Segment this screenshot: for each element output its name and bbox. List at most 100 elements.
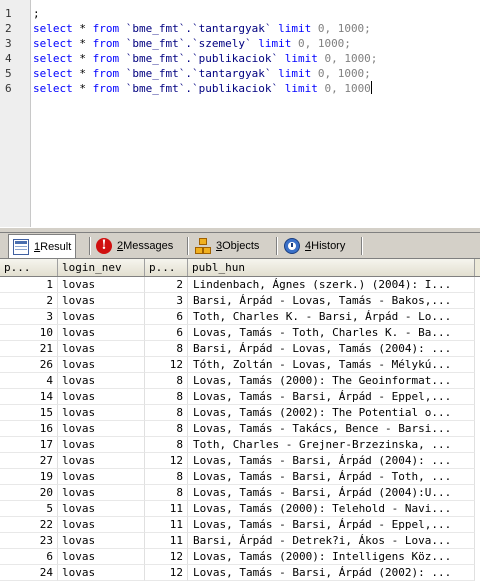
tab-result[interactable]: 1 Result [8,234,77,258]
column-header[interactable]: publ_hun [188,259,475,276]
column-header[interactable]: login_nev [58,259,145,276]
table-cell[interactable]: Tóth, Zoltán - Lovas, Tamás - Mélykú... [188,357,475,373]
table-cell[interactable]: 23 [0,533,58,549]
table-row[interactable]: 15 lovas 8 Lovas, Tamás (2002): The Potenti… [0,405,480,421]
table-row[interactable]: 10 lovas 6 Lovas, Tamás - Toth, Charles K. … [0,325,480,341]
table-cell[interactable]: 8 [145,485,188,501]
column-header[interactable]: p... [145,259,188,276]
table-row[interactable]: 26 lovas 12 Tóth, Zoltán - Lovas, Tamás - M… [0,357,480,373]
table-cell[interactable]: Lovas, Tamás (2002): The Potential o... [188,405,475,421]
table-cell[interactable]: 26 [0,357,58,373]
table-row[interactable]: 17 lovas 8 Toth, Charles - Grejner-Brzezins… [0,437,480,453]
tab-objects[interactable]: 3 Objects [191,235,263,257]
table-cell[interactable]: 1 [0,277,58,293]
table-cell[interactable]: 5 [0,501,58,517]
table-cell[interactable]: 6 [145,309,188,325]
table-cell[interactable]: lovas [58,389,145,405]
table-cell[interactable]: Lovas, Tamás (2000): The Geoinformat... [188,373,475,389]
table-row[interactable]: 14 lovas 8 Lovas, Tamás - Barsi, Árpád - Ep… [0,389,480,405]
table-cell[interactable]: 8 [145,421,188,437]
table-cell[interactable]: 19 [0,469,58,485]
table-cell[interactable]: lovas [58,517,145,533]
table-cell[interactable]: 3 [145,293,188,309]
table-cell[interactable]: 8 [145,405,188,421]
table-cell[interactable]: 16 [0,421,58,437]
table-cell[interactable]: 12 [145,453,188,469]
table-cell[interactable]: 27 [0,453,58,469]
table-cell[interactable]: lovas [58,549,145,565]
table-cell[interactable]: 11 [145,533,188,549]
table-cell[interactable]: 8 [145,389,188,405]
table-cell[interactable]: lovas [58,293,145,309]
table-cell[interactable]: lovas [58,277,145,293]
table-cell[interactable]: Lovas, Tamás - Barsi, Árpád (2004):U... [188,485,475,501]
table-cell[interactable]: Barsi, Árpád - Detrek?i, Ákos - Lova... [188,533,475,549]
table-cell[interactable]: lovas [58,373,145,389]
table-row[interactable]: 4 lovas 8 Lovas, Tamás (2000): The Geoinfor… [0,373,480,389]
table-cell[interactable]: 8 [145,469,188,485]
table-cell[interactable]: Toth, Charles - Grejner-Brzezinska, ... [188,437,475,453]
table-cell[interactable]: lovas [58,309,145,325]
table-cell[interactable]: lovas [58,485,145,501]
table-cell[interactable]: Lovas, Tamás - Barsi, Árpád (2004): ... [188,453,475,469]
table-cell[interactable]: 12 [145,549,188,565]
table-cell[interactable]: Toth, Charles K. - Barsi, Árpád - Lo... [188,309,475,325]
table-cell[interactable]: Lovas, Tamás - Toth, Charles K. - Ba... [188,325,475,341]
table-cell[interactable]: 3 [0,309,58,325]
table-cell[interactable]: Barsi, Árpád - Lovas, Tamás (2004): ... [188,341,475,357]
result-grid[interactable]: p... login_nev p... publ_hun 1 lovas 2 Lind… [0,259,480,585]
table-row[interactable]: 5 lovas 11 Lovas, Tamás (2000): Telehold - … [0,501,480,517]
table-row[interactable]: 20 lovas 8 Lovas, Tamás - Barsi, Árpád (200… [0,485,480,501]
table-row[interactable]: 19 lovas 8 Lovas, Tamás - Barsi, Árpád - To… [0,469,480,485]
table-cell[interactable]: 15 [0,405,58,421]
table-cell[interactable]: Lovas, Tamás (2000): Intelligens Köz... [188,549,475,565]
table-cell[interactable]: 24 [0,565,58,581]
table-row[interactable]: 6 lovas 12 Lovas, Tamás (2000): Intelligens… [0,549,480,565]
table-cell[interactable]: Lovas, Tamás - Barsi, Árpád - Eppel,... [188,389,475,405]
table-cell[interactable]: 11 [145,517,188,533]
table-cell[interactable]: lovas [58,453,145,469]
table-cell[interactable]: lovas [58,469,145,485]
table-cell[interactable]: 6 [0,549,58,565]
table-row[interactable]: 27 lovas 12 Lovas, Tamás - Barsi, Árpád (20… [0,453,480,469]
table-cell[interactable]: 4 [0,373,58,389]
table-row[interactable]: 24 lovas 12 Lovas, Tamás - Barsi, Árpád (20… [0,565,480,581]
table-cell[interactable]: lovas [58,325,145,341]
table-cell[interactable]: 21 [0,341,58,357]
table-cell[interactable]: lovas [58,501,145,517]
code-area[interactable]: ; select * from `bme_fmt`.`tantargyak` l… [33,0,480,227]
table-cell[interactable]: lovas [58,341,145,357]
table-cell[interactable]: Lovas, Tamás (2000): Telehold - Navi... [188,501,475,517]
table-cell[interactable]: 20 [0,485,58,501]
tab-messages[interactable]: ! 2 Messages [92,235,177,257]
table-cell[interactable]: lovas [58,437,145,453]
table-cell[interactable]: 14 [0,389,58,405]
table-cell[interactable]: Barsi, Árpád - Lovas, Tamás - Bakos,... [188,293,475,309]
table-row[interactable]: 3 lovas 6 Toth, Charles K. - Barsi, Árpád -… [0,309,480,325]
table-row[interactable]: 1 lovas 2 Lindenbach, Ágnes (szerk.) (2004)… [0,277,480,293]
table-cell[interactable]: 6 [145,325,188,341]
table-cell[interactable]: Lovas, Tamás - Takács, Bence - Barsi... [188,421,475,437]
sql-editor[interactable]: 1 2 3 4 5 6 ; select * from `bme_fmt`.`t… [0,0,480,227]
table-cell[interactable]: Lindenbach, Ágnes (szerk.) (2004): I... [188,277,475,293]
tab-history[interactable]: 4 History [280,235,349,257]
table-cell[interactable]: 10 [0,325,58,341]
table-cell[interactable]: 12 [145,357,188,373]
table-row[interactable]: 2 lovas 3 Barsi, Árpád - Lovas, Tamás - Bak… [0,293,480,309]
table-cell[interactable]: 8 [145,437,188,453]
table-cell[interactable]: Lovas, Tamás - Barsi, Árpád - Toth, ... [188,469,475,485]
table-cell[interactable]: lovas [58,533,145,549]
column-header[interactable]: p... [0,259,58,276]
table-cell[interactable]: 8 [145,373,188,389]
table-cell[interactable]: 2 [145,277,188,293]
table-cell[interactable]: 22 [0,517,58,533]
table-cell[interactable]: lovas [58,405,145,421]
table-cell[interactable]: lovas [58,565,145,581]
table-cell[interactable]: Lovas, Tamás - Barsi, Árpád - Eppel,... [188,517,475,533]
table-row[interactable]: 16 lovas 8 Lovas, Tamás - Takács, Bence - B… [0,421,480,437]
table-row[interactable]: 21 lovas 8 Barsi, Árpád - Lovas, Tamás (200… [0,341,480,357]
table-cell[interactable]: Lovas, Tamás - Barsi, Árpád (2002): ... [188,565,475,581]
table-row[interactable]: 23 lovas 11 Barsi, Árpád - Detrek?i, Ákos -… [0,533,480,549]
table-cell[interactable]: lovas [58,421,145,437]
table-row[interactable]: 22 lovas 11 Lovas, Tamás - Barsi, Árpád - E… [0,517,480,533]
